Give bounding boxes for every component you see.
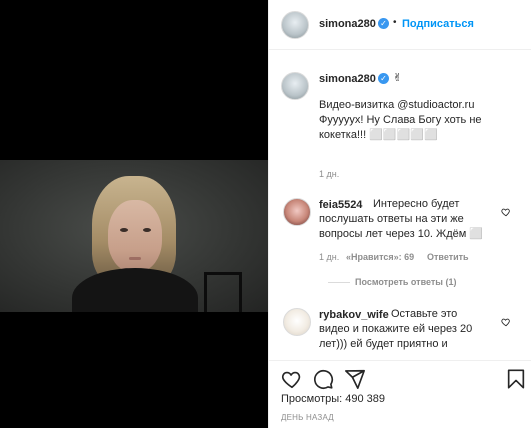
follow-button[interactable]: Подписаться bbox=[402, 18, 474, 30]
post-header: simona280 ✓ • Подписаться bbox=[269, 0, 531, 50]
comment-username[interactable]: rybakov_wife bbox=[319, 309, 389, 321]
commenter-avatar[interactable] bbox=[283, 198, 311, 226]
comment-reply-button[interactable]: Ответить bbox=[427, 252, 469, 262]
post-actions: Просмотры: 490 389 ДЕНЬ НАЗАД bbox=[269, 360, 531, 428]
video-player[interactable] bbox=[0, 0, 268, 428]
comment-text-line-1: Интересно будет bbox=[373, 198, 460, 210]
views-label: Просмотры: bbox=[281, 393, 343, 405]
caption-author-username[interactable]: simona280 bbox=[319, 73, 376, 85]
child-mouth bbox=[129, 257, 141, 260]
child-face bbox=[108, 200, 162, 272]
post-panel: simona280 ✓ • Подписаться simona280 ✓ ✌ … bbox=[268, 0, 531, 428]
author-avatar[interactable] bbox=[281, 11, 309, 39]
comment-text-line-3: лет))) ей будет приятно и bbox=[319, 338, 448, 350]
comment-text-line-2: послушать ответы на эти же bbox=[319, 213, 464, 225]
caption-author-avatar[interactable] bbox=[281, 72, 309, 100]
comment-text-line-2: видео и покажите ей через 20 bbox=[319, 323, 473, 335]
caption-timestamp[interactable]: 1 дн. bbox=[319, 169, 339, 179]
views-value: 490 389 bbox=[345, 393, 386, 405]
caption-line-1: Видео-визитка @studioactor.ru bbox=[319, 99, 475, 111]
video-frame[interactable] bbox=[0, 160, 268, 312]
comment-like-heart-icon[interactable] bbox=[501, 207, 511, 217]
comments-list[interactable]: simona280 ✓ ✌ Видео-визитка @studioactor… bbox=[269, 50, 531, 360]
comment-username[interactable]: feia5524 bbox=[319, 199, 362, 211]
child-eye-left bbox=[120, 228, 128, 232]
caption-line-2: Фууууух! Ну Слава Богу хоть не bbox=[319, 114, 482, 126]
commenter-avatar[interactable] bbox=[283, 308, 311, 336]
share-icon[interactable] bbox=[344, 368, 366, 390]
separator-dot: • bbox=[393, 17, 397, 28]
author-username[interactable]: simona280 bbox=[319, 18, 376, 30]
heart-icon[interactable] bbox=[281, 368, 303, 390]
post-timestamp[interactable]: ДЕНЬ НАЗАД bbox=[281, 413, 334, 422]
verified-badge-icon: ✓ bbox=[378, 18, 389, 29]
view-replies-button[interactable]: Посмотреть ответы (1) bbox=[355, 277, 456, 287]
comment-timestamp[interactable]: 1 дн. bbox=[319, 252, 339, 262]
comment-likes-count[interactable]: «Нравится»: 69 bbox=[346, 252, 414, 262]
comment-text-line-1: Оставьте это bbox=[391, 308, 458, 320]
chair-back bbox=[204, 272, 242, 312]
bookmark-icon[interactable] bbox=[505, 368, 527, 390]
verified-badge-icon: ✓ bbox=[378, 73, 389, 84]
child-body bbox=[72, 268, 198, 312]
caption-emoji: ✌ bbox=[393, 72, 403, 84]
views-count[interactable]: Просмотры: 490 389 bbox=[281, 393, 385, 405]
caption-line-3: кокетка!!! ⬜⬜⬜⬜⬜ bbox=[319, 129, 438, 141]
replies-divider bbox=[328, 282, 350, 283]
comment-like-heart-icon[interactable] bbox=[501, 317, 511, 327]
comment-text-line-3: вопросы лет через 10. Ждём ⬜ bbox=[319, 228, 484, 240]
comment-icon[interactable] bbox=[312, 368, 334, 390]
child-eye-right bbox=[143, 228, 151, 232]
